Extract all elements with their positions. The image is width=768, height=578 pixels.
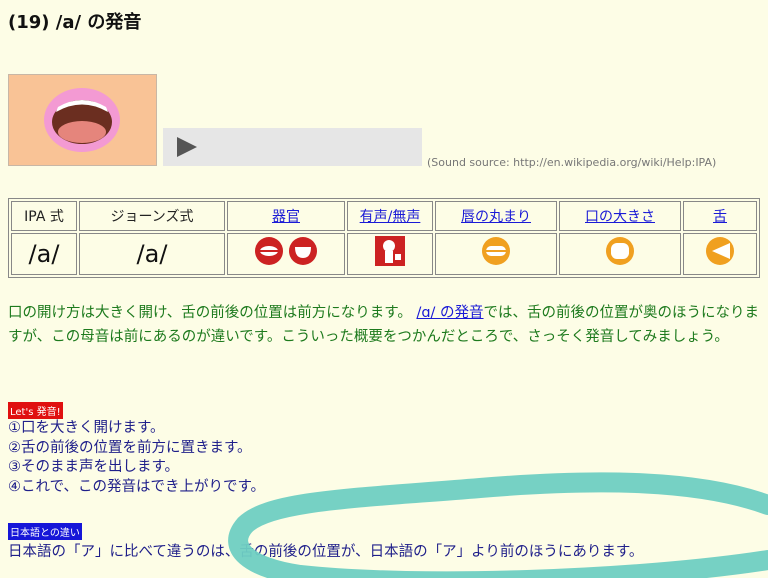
practice-badge: Let's 発音! — [8, 402, 63, 419]
step-item: ④これで、この発音はでき上がりです。 — [8, 478, 266, 495]
header-ipa: IPA 式 — [11, 201, 77, 231]
page-title: (19) /a/ の発音 — [8, 12, 142, 33]
mouth-illustration — [8, 74, 157, 166]
header-lip-rounding-link[interactable]: 唇の丸まり — [435, 201, 557, 231]
difference-text: 日本語の「ア」に比べて違うのは、舌の前後の位置が、日本語の「ア」より前のほうにあ… — [8, 544, 644, 560]
back-vowel-link[interactable]: /ɑ/ の発音 — [416, 305, 483, 321]
organ-cell — [227, 233, 345, 275]
header-mouth-size-link[interactable]: 口の大きさ — [559, 201, 681, 231]
phoneme-table: IPA 式 ジョーンズ式 器官 有声/無声 唇の丸まり 口の大きさ 舌 /a/ … — [8, 198, 760, 278]
header-jones: ジョーンズ式 — [79, 201, 225, 231]
front-tongue-icon — [706, 237, 734, 265]
voiced-icon — [375, 236, 405, 266]
practice-steps: ①口を大きく開けます。 ②舌の前後の位置を前方に置きます。 ③そのまま声を出しま… — [8, 419, 265, 497]
organ-icons — [255, 237, 317, 265]
mouth-size-cell — [559, 233, 681, 275]
unrounded-lips-icon — [482, 237, 510, 265]
sound-source-note: (Sound source: http://en.wikipedia.org/w… — [427, 156, 717, 169]
voicing-cell — [347, 233, 433, 275]
header-tongue-link[interactable]: 舌 — [683, 201, 757, 231]
header-voicing-link[interactable]: 有声/無声 — [347, 201, 433, 231]
step-item: ①口を大きく開けます。 — [8, 420, 165, 436]
play-icon[interactable] — [177, 137, 197, 157]
description-paragraph: 口の開け方は大きく開け、舌の前後の位置は前方になります。 /ɑ/ の発音では、舌… — [8, 301, 760, 349]
tongue-cell — [683, 233, 757, 275]
header-organ-link[interactable]: 器官 — [227, 201, 345, 231]
audio-player[interactable] — [163, 128, 422, 166]
lip-rounding-cell — [435, 233, 557, 275]
wide-mouth-icon — [606, 237, 634, 265]
jones-value: /a/ — [79, 233, 225, 275]
difference-badge: 日本語との違い — [8, 523, 82, 540]
ipa-value: /a/ — [11, 233, 77, 275]
step-item: ③そのまま声を出します。 — [8, 459, 180, 475]
step-item: ②舌の前後の位置を前方に置きます。 — [8, 439, 252, 456]
description-text-1: 口の開け方は大きく開け、舌の前後の位置は前方になります。 — [8, 305, 412, 321]
